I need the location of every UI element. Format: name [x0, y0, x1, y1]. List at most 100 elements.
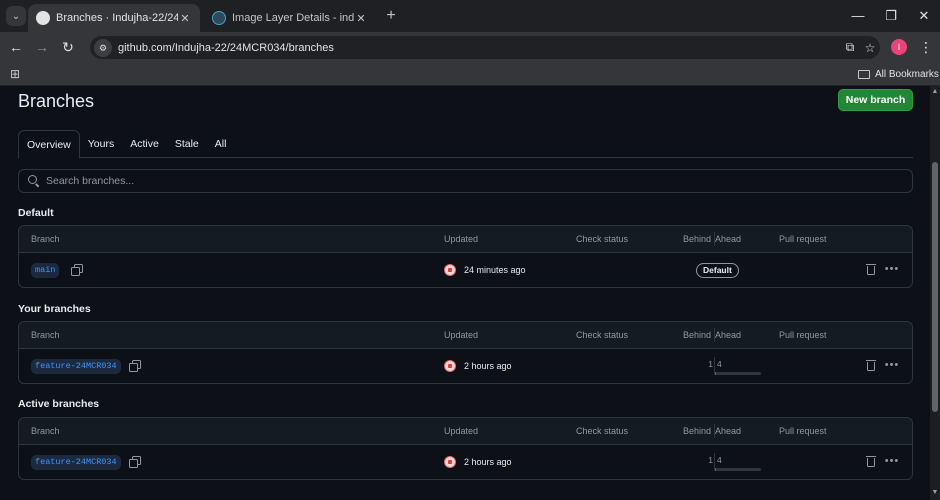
ahead-bar: [715, 372, 761, 375]
updated-time: 2 hours ago: [464, 361, 512, 371]
tab-title: Image Layer Details - indujhana: [232, 12, 354, 24]
ahead-bar-fill: [715, 468, 716, 471]
ahead-bar-fill: [715, 372, 716, 375]
tab-overview[interactable]: Overview: [18, 130, 80, 159]
branch-name-link[interactable]: feature-24MCR034: [31, 359, 121, 374]
column-header-ahead: Ahead: [715, 330, 742, 340]
behind-count: 1: [708, 359, 713, 369]
column-header-updated: Updated: [444, 330, 479, 340]
table-header: Branch Updated Check status Behind Ahead…: [19, 322, 912, 349]
table-header: Branch Updated Check status Behind Ahead…: [19, 226, 912, 253]
column-header-pull-request: Pull request: [779, 330, 827, 340]
scroll-up-icon[interactable]: ▲: [931, 88, 939, 95]
column-header-pull-request: Pull request: [779, 426, 827, 436]
tab-close-icon[interactable]: ✕: [178, 12, 192, 25]
copy-icon[interactable]: [129, 360, 141, 372]
behind-count: 1: [708, 455, 713, 465]
column-header-updated: Updated: [444, 426, 479, 436]
new-branch-button[interactable]: New branch: [838, 89, 913, 111]
scroll-down-icon[interactable]: ▼: [931, 489, 939, 496]
browser-menu-icon[interactable]: ⋮: [918, 37, 934, 57]
tab-close-icon[interactable]: ✕: [354, 12, 368, 25]
tab-search-icon[interactable]: ⌄: [6, 6, 26, 26]
forward-icon[interactable]: →: [32, 37, 52, 57]
search-box: [18, 169, 913, 193]
install-app-icon[interactable]: ⧉: [840, 40, 860, 55]
folder-icon: [858, 69, 870, 79]
ahead-bar: [715, 468, 761, 471]
minimize-icon[interactable]: —: [848, 6, 868, 26]
column-header-updated: Updated: [444, 234, 479, 244]
column-header-branch: Branch: [31, 330, 60, 340]
site-info-icon[interactable]: ⚙: [94, 38, 112, 57]
table-header: Branch Updated Check status Behind Ahead…: [19, 418, 912, 445]
page-scrollbar[interactable]: ▲ ▼: [930, 86, 940, 500]
branch-name-link[interactable]: main: [31, 263, 60, 278]
delete-branch-icon[interactable]: [866, 455, 876, 468]
page-content: Branches New branch Overview Yours Activ…: [0, 86, 930, 500]
column-header-ahead: Ahead: [715, 426, 742, 436]
column-header-check-status: Check status: [576, 426, 629, 436]
all-bookmarks-button[interactable]: All Bookmarks: [858, 67, 939, 81]
branch-name-link[interactable]: feature-24MCR034: [31, 455, 121, 470]
bookmarks-bar: ⊞ All Bookmarks: [0, 62, 940, 86]
ahead-count: 4: [717, 455, 722, 465]
search-input[interactable]: [46, 175, 912, 187]
more-options-icon[interactable]: •••: [884, 261, 900, 277]
browser-tab-strip: ⌄ Branches · Indujha-22/24MCR0 ✕ Image L…: [0, 0, 940, 32]
delete-branch-icon[interactable]: [866, 263, 876, 276]
column-header-check-status: Check status: [576, 234, 629, 244]
tab-stale[interactable]: Stale: [167, 130, 207, 158]
column-header-behind: Behind: [683, 234, 712, 244]
updated-time: 2 hours ago: [464, 457, 512, 467]
table-row: feature-24MCR034 2 hours ago 1 4 •••: [19, 445, 912, 479]
branch-table-active-branches: Branch Updated Check status Behind Ahead…: [18, 417, 913, 480]
tab-yours[interactable]: Yours: [80, 130, 122, 158]
avatar[interactable]: [444, 456, 456, 468]
back-icon[interactable]: ←: [6, 37, 26, 57]
column-header-check-status: Check status: [576, 330, 629, 340]
column-header-branch: Branch: [31, 426, 60, 436]
table-row: main 24 minutes ago Default •••: [19, 253, 912, 287]
delete-branch-icon[interactable]: [866, 359, 876, 372]
column-header-branch: Branch: [31, 234, 60, 244]
tab-all[interactable]: All: [207, 130, 235, 158]
branch-table-default: Branch Updated Check status Behind Ahead…: [18, 225, 913, 288]
column-header-behind: Behind: [683, 426, 712, 436]
url-text[interactable]: github.com/Indujha-22/24MCR034/branches: [118, 42, 840, 54]
more-options-icon[interactable]: •••: [884, 453, 900, 469]
docker-icon: [212, 11, 226, 25]
new-tab-button[interactable]: +: [382, 7, 400, 25]
close-window-icon[interactable]: ✕: [914, 6, 934, 26]
address-bar[interactable]: ⚙ github.com/Indujha-22/24MCR034/branche…: [90, 36, 880, 59]
github-icon: [36, 11, 50, 25]
column-header-ahead: Ahead: [715, 234, 742, 244]
ahead-count: 4: [717, 359, 722, 369]
column-header-pull-request: Pull request: [779, 234, 827, 244]
section-title-default: Default: [18, 207, 54, 219]
all-bookmarks-label: All Bookmarks: [875, 68, 939, 80]
bookmark-star-icon[interactable]: ☆: [860, 41, 880, 55]
page-title: Branches: [18, 91, 95, 111]
scrollbar-thumb[interactable]: [932, 162, 938, 412]
more-options-icon[interactable]: •••: [884, 357, 900, 373]
copy-icon[interactable]: [71, 264, 83, 276]
tab-image-layer-details[interactable]: Image Layer Details - indujhana ✕: [204, 4, 376, 32]
restore-icon[interactable]: ❐: [881, 6, 901, 26]
copy-icon[interactable]: [129, 456, 141, 468]
reload-icon[interactable]: ↻: [58, 37, 78, 57]
branch-filter-tabs: Overview Yours Active Stale All: [18, 130, 913, 159]
tab-title: Branches · Indujha-22/24MCR0: [56, 12, 178, 24]
default-badge: Default: [696, 263, 739, 278]
apps-grid-icon[interactable]: ⊞: [8, 67, 22, 81]
avatar[interactable]: [444, 360, 456, 372]
search-icon: [28, 175, 40, 187]
avatar[interactable]: [444, 264, 456, 276]
section-title-your-branches: Your branches: [18, 303, 91, 315]
tab-branches[interactable]: Branches · Indujha-22/24MCR0 ✕: [28, 4, 200, 32]
column-header-behind: Behind: [683, 330, 712, 340]
table-row: feature-24MCR034 2 hours ago 1 4 •••: [19, 349, 912, 383]
tab-active[interactable]: Active: [122, 130, 167, 158]
profile-avatar[interactable]: I: [891, 39, 907, 55]
updated-time: 24 minutes ago: [464, 265, 526, 275]
